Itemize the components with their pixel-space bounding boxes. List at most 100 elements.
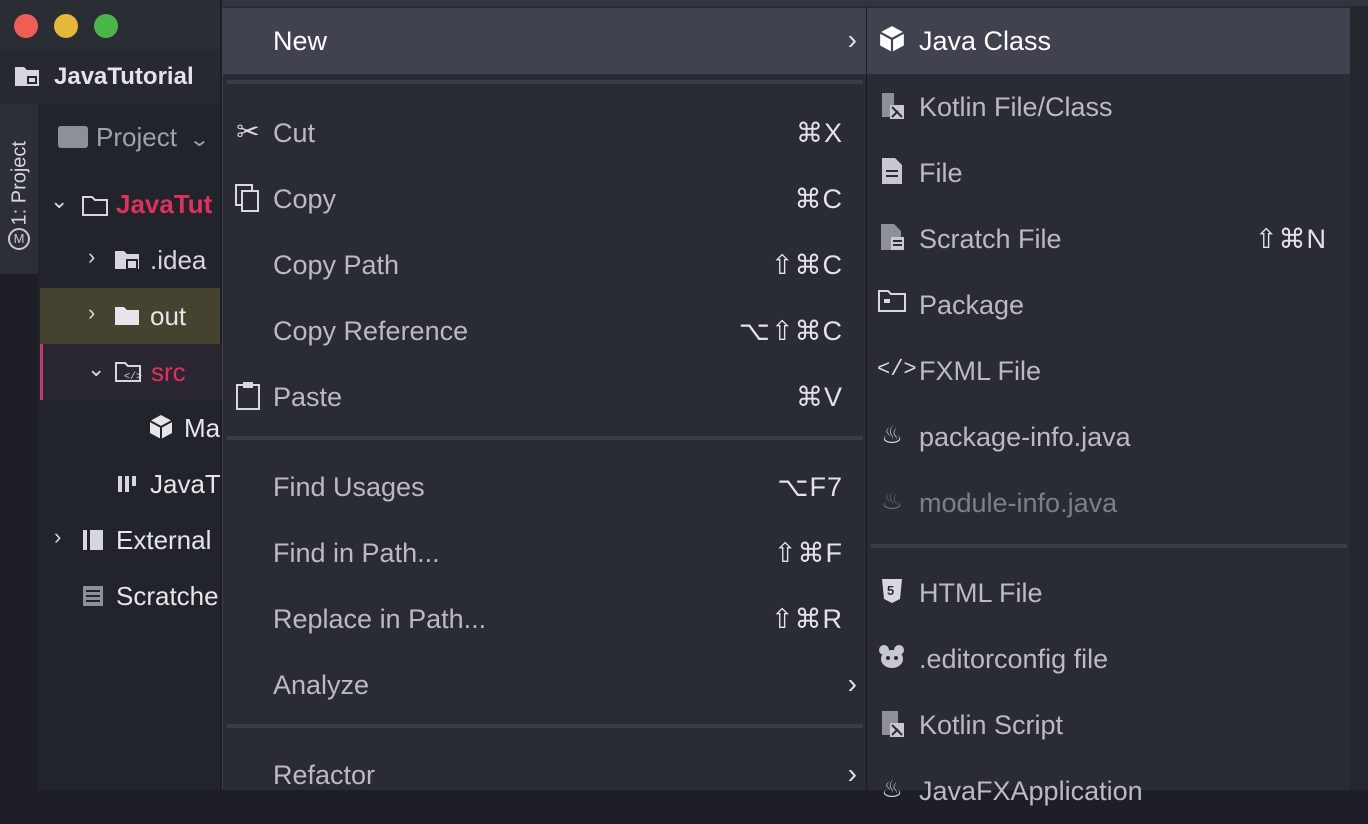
- submenu-item-scratch-file[interactable]: Scratch File ⇧⌘N: [867, 206, 1351, 272]
- menu-item-label: Analyze: [273, 670, 370, 700]
- project-view-selector[interactable]: Project ⌄: [58, 122, 211, 153]
- menu-item-analyze[interactable]: Analyze ›: [223, 652, 867, 718]
- tree-row-iml[interactable]: JavaT: [40, 456, 220, 512]
- menu-item-label: Refactor: [273, 760, 376, 790]
- close-window-button[interactable]: [14, 14, 38, 38]
- submenu-item-label: File: [919, 158, 963, 188]
- submenu-item-html-file[interactable]: 5 HTML File: [867, 560, 1351, 626]
- chevron-right-icon[interactable]: ›: [88, 244, 95, 270]
- project-view-label: Project: [96, 122, 177, 152]
- menu-item-shortcut: ⇧⌘C: [770, 250, 843, 280]
- java-coffee-icon: ♨: [881, 422, 903, 449]
- menu-item-paste[interactable]: Paste ⌘V: [223, 364, 867, 430]
- file-icon: [877, 157, 907, 187]
- submenu-separator: [871, 544, 1347, 548]
- submenu-item-javafx-application[interactable]: ♨ JavaFXApplication: [867, 758, 1351, 824]
- chevron-down-icon: ⌄: [188, 129, 211, 151]
- menu-item-shortcut: ⌥⇧⌘C: [738, 316, 843, 346]
- submenu-item-label: JavaFXApplication: [919, 776, 1143, 806]
- java-coffee-icon: ♨: [881, 776, 903, 803]
- submenu-item-label: Kotlin File/Class: [919, 92, 1113, 122]
- output-folder-icon: [114, 304, 140, 325]
- chevron-right-icon: ›: [847, 668, 857, 699]
- chevron-right-icon: ›: [847, 758, 857, 789]
- tree-row-idea[interactable]: › .idea: [40, 232, 220, 288]
- scratches-icon: [80, 584, 106, 606]
- tree-row-external-libraries[interactable]: › External: [40, 512, 220, 568]
- submenu-item-label: Java Class: [919, 26, 1052, 56]
- submenu-item-kotlin-script[interactable]: Kotlin Script: [867, 692, 1351, 758]
- tree-row-scratches[interactable]: Scratche: [40, 568, 220, 624]
- menu-item-label: Cut: [273, 118, 316, 148]
- menu-item-cut[interactable]: ✂ Cut ⌘X: [223, 100, 867, 166]
- copy-icon: [233, 183, 263, 213]
- kotlin-script-icon: [877, 709, 907, 739]
- menu-item-find-in-path[interactable]: Find in Path... ⇧⌘F: [223, 520, 867, 586]
- submenu-item-label: Kotlin Script: [919, 710, 1064, 740]
- submenu-item-editorconfig[interactable]: .editorconfig file: [867, 626, 1351, 692]
- editor-edge: [1350, 6, 1368, 790]
- menu-item-replace-in-path[interactable]: Replace in Path... ⇧⌘R: [223, 586, 867, 652]
- project-tool-window-tab[interactable]: 1: Project M: [0, 104, 38, 274]
- tree-row-out[interactable]: › out: [40, 288, 220, 344]
- menu-item-label: Find Usages: [273, 472, 425, 502]
- clipboard-icon: [233, 381, 263, 411]
- submenu-item-java-class[interactable]: Java Class: [867, 8, 1351, 74]
- menu-item-label: Paste: [273, 382, 343, 412]
- svg-text:</>: </>: [124, 371, 142, 383]
- library-icon: [80, 528, 106, 550]
- menu-item-label: New: [273, 26, 328, 56]
- folder-icon: [82, 192, 108, 216]
- chevron-right-icon[interactable]: ›: [88, 300, 95, 326]
- tree-row-root[interactable]: ⌄ JavaTut: [40, 176, 220, 232]
- menu-item-copy-path[interactable]: Copy Path ⇧⌘C: [223, 232, 867, 298]
- submenu-item-module-info: ♨ module-info.java: [867, 470, 1351, 536]
- menu-item-label: Replace in Path...: [273, 604, 487, 634]
- menu-item-refactor[interactable]: Refactor ›: [223, 742, 867, 808]
- menu-item-shortcut: ⌘C: [794, 184, 843, 214]
- chevron-right-icon[interactable]: ›: [54, 524, 61, 550]
- menu-item-label: Find in Path...: [273, 538, 440, 568]
- menu-item-find-usages[interactable]: Find Usages ⌥F7: [223, 454, 867, 520]
- submenu-item-package[interactable]: Package: [867, 272, 1351, 338]
- tree-label-main: Ma: [184, 413, 220, 443]
- context-menu: New › ✂ Cut ⌘X Copy ⌘C Copy Path ⇧⌘C Cop…: [222, 6, 867, 790]
- chevron-down-icon[interactable]: ⌄: [50, 188, 68, 214]
- module-file-icon: [116, 472, 142, 492]
- submenu-item-label: FXML File: [919, 356, 1042, 386]
- submenu-item-package-info[interactable]: ♨ package-info.java: [867, 404, 1351, 470]
- project-tab-label: 1: Project: [8, 141, 31, 226]
- menu-item-copy-reference[interactable]: Copy Reference ⌥⇧⌘C: [223, 298, 867, 364]
- tree-label-idea: .idea: [150, 245, 207, 275]
- submenu-item-label: package-info.java: [919, 422, 1131, 452]
- tree-row-main[interactable]: Ma: [40, 400, 220, 456]
- maven-icon: M: [8, 228, 30, 250]
- tree-label-external: External: [116, 525, 212, 555]
- menu-item-new[interactable]: New ›: [223, 8, 867, 74]
- title-bar: [0, 0, 220, 50]
- menu-separator: [227, 724, 863, 728]
- chevron-down-icon[interactable]: ⌄: [87, 356, 105, 382]
- menu-item-label: Copy Reference: [273, 316, 469, 346]
- menu-item-shortcut: ⌘X: [795, 118, 843, 148]
- submenu-item-label: HTML File: [919, 578, 1043, 608]
- source-folder-icon: </>: [115, 360, 142, 383]
- tree-label-iml: JavaT: [150, 469, 220, 499]
- submenu-item-file[interactable]: File: [867, 140, 1351, 206]
- tree-row-src[interactable]: ⌄ </> src: [40, 344, 223, 400]
- editorconfig-mouse-icon: [877, 643, 907, 673]
- tree-label-src: src: [151, 357, 186, 387]
- svg-text:5: 5: [887, 583, 894, 598]
- menu-item-label: Copy: [273, 184, 337, 214]
- minimize-window-button[interactable]: [54, 14, 78, 38]
- tree-label-root: JavaTut: [116, 189, 213, 219]
- java-class-icon: [877, 25, 907, 55]
- menu-item-shortcut: ⇧⌘F: [773, 538, 843, 568]
- kotlin-file-icon: [877, 91, 907, 121]
- package-icon: [877, 289, 907, 319]
- menu-item-copy[interactable]: Copy ⌘C: [223, 166, 867, 232]
- submenu-item-label: .editorconfig file: [919, 644, 1109, 674]
- zoom-window-button[interactable]: [94, 14, 118, 38]
- submenu-item-fxml-file[interactable]: </> FXML File: [867, 338, 1351, 404]
- submenu-item-kotlin-file[interactable]: Kotlin File/Class: [867, 74, 1351, 140]
